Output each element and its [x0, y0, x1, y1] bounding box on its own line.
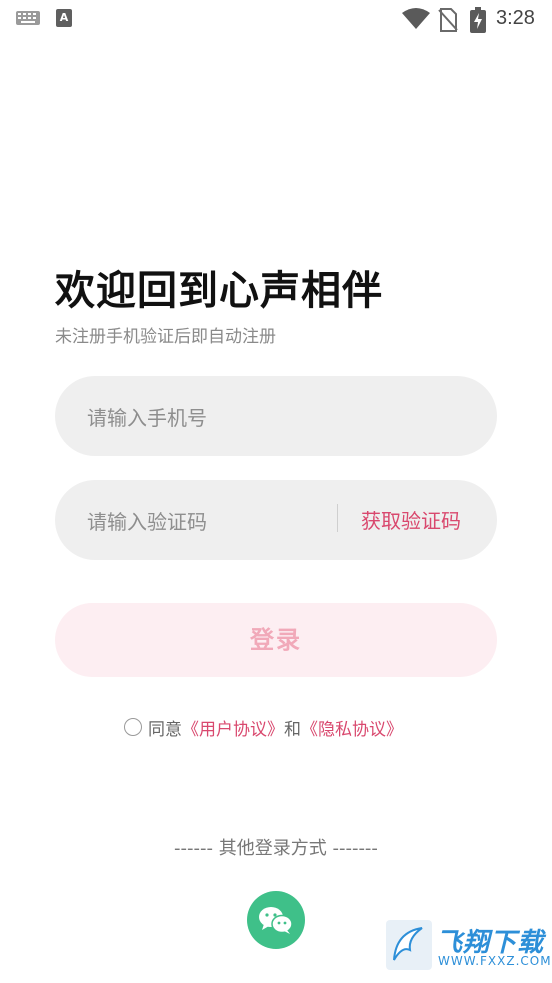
- other-login-label: ------ 其他登录方式 -------: [174, 838, 378, 859]
- field-divider: [337, 504, 338, 532]
- no-sim-icon: [438, 8, 458, 32]
- get-code-button[interactable]: 获取验证码: [361, 505, 461, 534]
- wechat-login-button[interactable]: [247, 891, 305, 949]
- battery-charging-icon: [470, 7, 486, 33]
- status-bar: A 3:28: [0, 0, 552, 38]
- wechat-icon: [259, 907, 293, 934]
- phone-input[interactable]: 请输入手机号: [55, 376, 497, 456]
- user-agreement-link[interactable]: 《用户协议》: [182, 715, 284, 740]
- login-button[interactable]: 登录: [55, 603, 497, 677]
- phone-placeholder: 请输入手机号: [87, 406, 207, 430]
- agree-and: 和: [284, 719, 301, 740]
- agree-prefix: 同意: [148, 719, 182, 740]
- wifi-icon: [402, 8, 430, 29]
- privacy-agreement-link[interactable]: 《隐私协议》: [301, 715, 403, 740]
- agreement-row: 同意 《用户协议》 和 《隐私协议》: [124, 714, 403, 740]
- code-placeholder: 请输入验证码: [87, 510, 207, 534]
- watermark-logo: [386, 920, 432, 970]
- agree-radio[interactable]: [124, 718, 142, 736]
- keyboard-icon: [16, 11, 40, 25]
- status-time: 3:28: [496, 7, 535, 29]
- page-title: 欢迎回到心声相伴: [55, 268, 383, 314]
- watermark-url: WWW.FXXZ.COM: [438, 954, 552, 968]
- app-notification-icon: A: [56, 9, 72, 27]
- verification-code-input[interactable]: 请输入验证码 获取验证码: [55, 480, 497, 560]
- page-subtitle: 未注册手机验证后即自动注册: [55, 327, 276, 347]
- watermark: 飞翔下载 WWW.FXXZ.COM: [386, 920, 552, 972]
